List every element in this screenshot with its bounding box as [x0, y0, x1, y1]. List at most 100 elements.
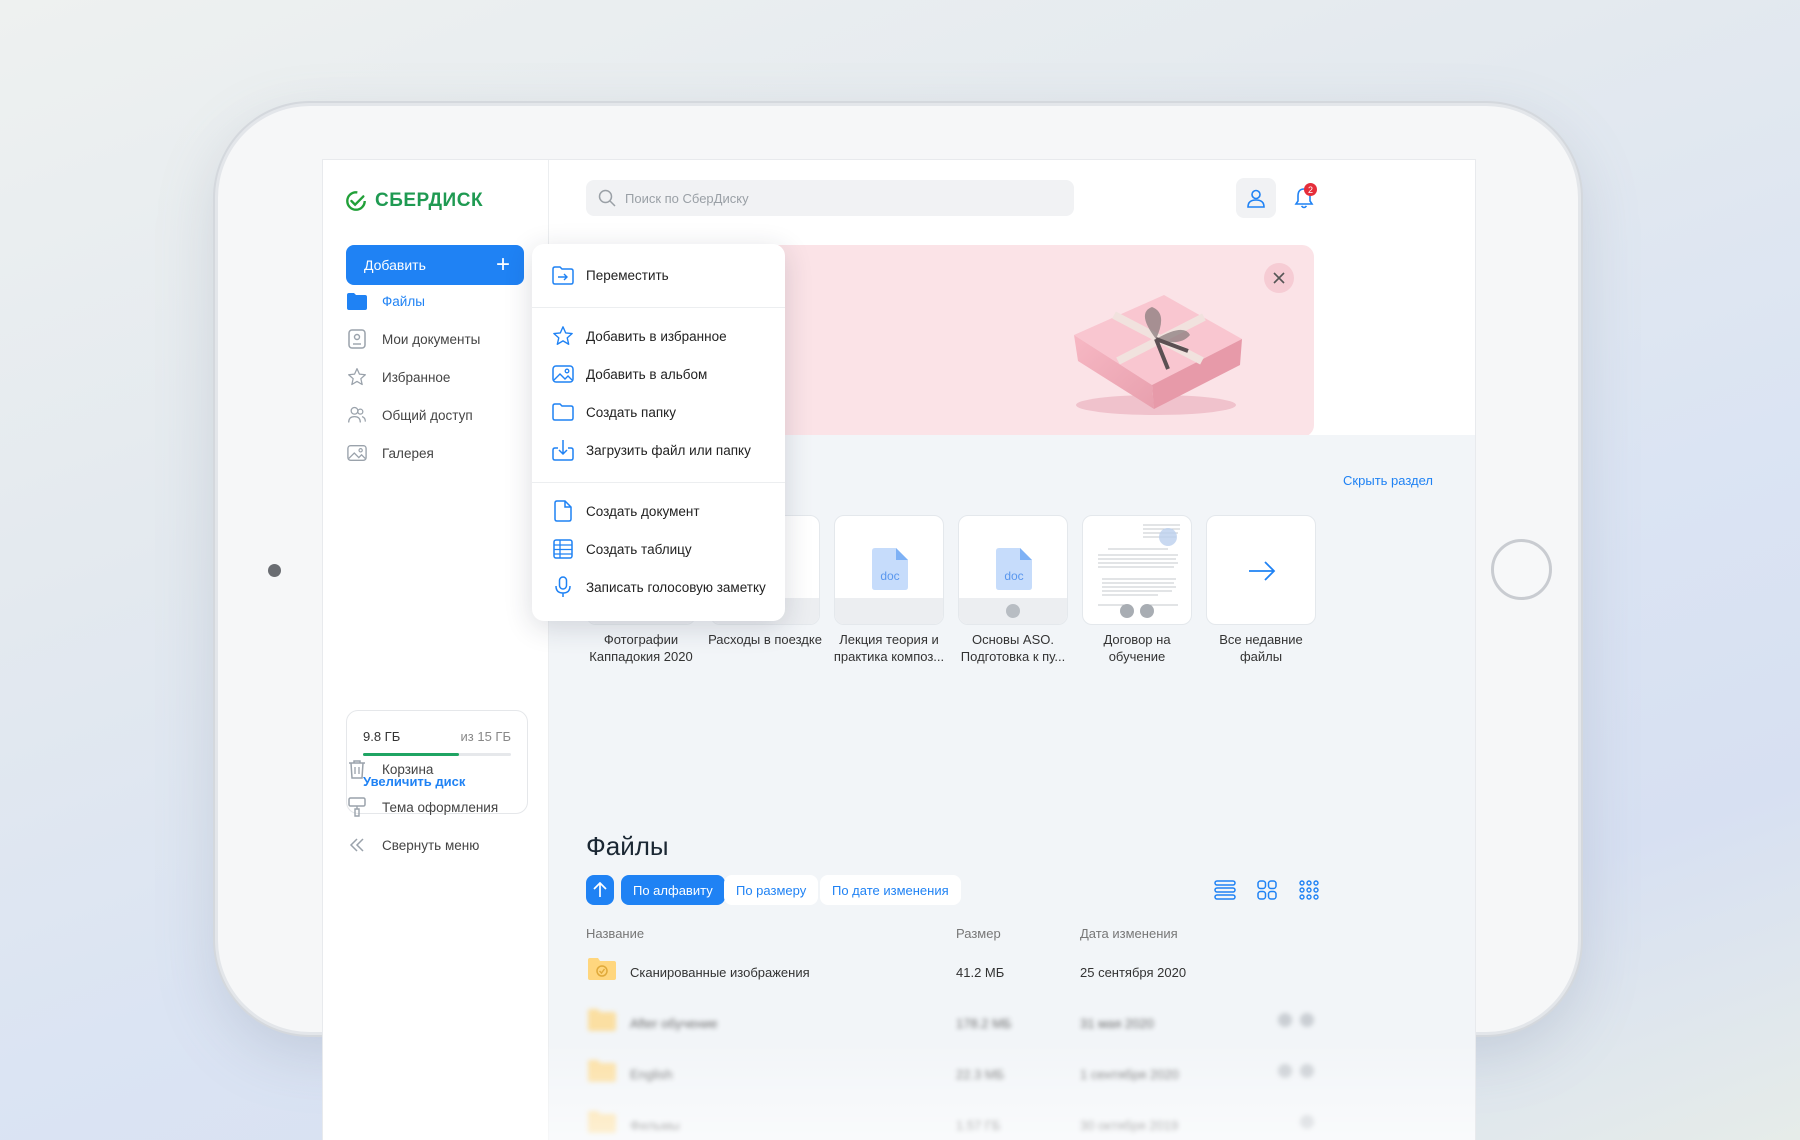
sidebar-item-favorites[interactable]: Избранное [346, 366, 450, 388]
star-icon[interactable] [1300, 1064, 1314, 1078]
recent-card[interactable]: doc [958, 515, 1068, 625]
storage-total: из 15 ГБ [460, 729, 511, 744]
file-name: After обучение [630, 1016, 718, 1031]
sort-direction-button[interactable] [586, 875, 614, 905]
sort-size-button[interactable]: По размеру [724, 875, 819, 905]
hide-section-link[interactable]: Скрыть раздел [1343, 473, 1433, 488]
add-button[interactable]: Добавить + [346, 245, 524, 285]
row-actions[interactable] [1278, 1013, 1314, 1027]
trash-icon [346, 758, 368, 780]
file-size: 178.2 МБ [956, 1016, 1012, 1031]
menu-item-label: Записать голосовую заметку [586, 579, 766, 595]
sidebar-item-label: Тема оформления [382, 799, 499, 815]
sidebar-item-shared[interactable]: Общий доступ [346, 404, 473, 426]
search-placeholder: Поиск по СберДиску [625, 190, 749, 206]
notifications-badge: 2 [1304, 183, 1317, 196]
recent-card[interactable]: doc [834, 515, 944, 625]
all-recent-card[interactable] [1206, 515, 1316, 625]
files-title: Файлы [586, 831, 669, 861]
file-size: 22.3 МБ [956, 1067, 1005, 1082]
doc-file-icon: doc [996, 548, 1032, 590]
paint-roller-icon [346, 796, 368, 818]
star-badge-icon [1006, 604, 1020, 618]
close-banner-button[interactable] [1264, 263, 1294, 293]
table-row[interactable]: After обучение 178.2 МБ 31 мая 2020 [586, 1004, 1314, 1044]
menu-divider [532, 482, 785, 483]
menu-item-label: Загрузить файл или папку [586, 442, 751, 458]
table-row[interactable]: Фильмы 1.57 ГБ 30 октября 2019 [586, 1106, 1314, 1140]
menu-divider [532, 307, 785, 308]
table-row[interactable]: Сканированные изображения 41.2 МБ 25 сен… [586, 953, 1314, 993]
logo-text: СБЕРДИСК [375, 190, 484, 211]
grid-view-icon [1257, 880, 1277, 900]
shared-folder-icon [588, 958, 616, 980]
star-icon[interactable] [1300, 1013, 1314, 1027]
menu-item-create-document[interactable]: Создать документ [552, 500, 700, 522]
album-icon [552, 363, 574, 385]
menu-item-upload[interactable]: Загрузить файл или папку [552, 439, 751, 461]
sidebar-item-trash[interactable]: Корзина [346, 758, 433, 780]
recent-card[interactable] [1082, 515, 1192, 625]
menu-item-label: Добавить в альбом [586, 366, 708, 382]
menu-item-label: Создать документ [586, 503, 700, 519]
grid-view-button[interactable] [1254, 877, 1280, 903]
file-date: 1 сентября 2020 [1080, 1067, 1179, 1082]
menu-item-add-album[interactable]: Добавить в альбом [552, 363, 707, 385]
users-icon [346, 404, 368, 426]
folder-icon [346, 290, 368, 312]
svg-text:doc: doc [1004, 569, 1023, 583]
arrow-up-icon [593, 882, 607, 897]
card-label: Расходы в поездке [708, 632, 822, 647]
card-thumb [835, 598, 943, 624]
sidebar-item-collapse[interactable]: Свернуть меню [346, 834, 479, 856]
sidebar-item-label: Галерея [382, 445, 434, 461]
sidebar-item-gallery[interactable]: Галерея [346, 442, 434, 464]
sidebar-item-files[interactable]: Файлы [346, 290, 425, 312]
star-icon[interactable] [1300, 1115, 1314, 1129]
menu-item-label: Создать таблицу [586, 541, 692, 557]
small-grid-view-button[interactable] [1296, 877, 1322, 903]
table-row[interactable]: English 22.3 МБ 1 сентября 2020 [586, 1055, 1314, 1095]
column-date[interactable]: Дата изменения [1080, 926, 1178, 941]
link-icon[interactable] [1278, 1013, 1292, 1027]
sort-alphabetical-button[interactable]: По алфавиту [621, 875, 725, 905]
menu-item-create-table[interactable]: Создать таблицу [552, 538, 692, 560]
notifications-button[interactable]: 2 [1284, 178, 1324, 218]
small-grid-view-icon [1299, 880, 1319, 900]
file-size: 41.2 МБ [956, 965, 1005, 980]
file-date: 30 октября 2019 [1080, 1118, 1179, 1133]
column-name[interactable]: Название [586, 926, 644, 941]
sidebar-item-label: Файлы [382, 293, 425, 309]
card-label: Лекция теория и практика композ... [833, 632, 945, 664]
column-size[interactable]: Размер [956, 926, 1001, 941]
document-preview [1098, 524, 1180, 606]
arrow-right-icon [1249, 561, 1276, 581]
row-actions[interactable] [1278, 1064, 1314, 1078]
menu-item-voice-note[interactable]: Записать голосовую заметку [552, 576, 766, 598]
menu-item-add-favorite[interactable]: Добавить в избранное [552, 325, 727, 347]
upload-icon [552, 439, 574, 461]
sidebar-item-documents[interactable]: Мои документы [346, 328, 480, 350]
logo[interactable]: СБЕРДИСК [345, 190, 483, 212]
profile-button[interactable] [1236, 178, 1276, 218]
list-view-button[interactable] [1212, 877, 1238, 903]
file-date: 31 мая 2020 [1080, 1016, 1154, 1031]
search-input[interactable]: Поиск по СберДиску [586, 180, 1074, 216]
menu-item-label: Добавить в избранное [586, 328, 727, 344]
double-chevron-left-icon [346, 834, 368, 856]
folder-icon [588, 1111, 616, 1133]
link-badge-icon [1120, 604, 1134, 618]
document-icon [552, 500, 574, 522]
star-badge-icon [1140, 604, 1154, 618]
link-icon[interactable] [1278, 1064, 1292, 1078]
row-actions[interactable] [1300, 1115, 1314, 1129]
storage-bar [363, 753, 511, 756]
user-icon [1247, 189, 1265, 208]
sort-date-button[interactable]: По дате изменения [820, 875, 961, 905]
menu-item-create-folder[interactable]: Создать папку [552, 401, 676, 423]
sidebar-item-theme[interactable]: Тема оформления [346, 796, 498, 818]
sidebar: СБЕРДИСК Добавить + Файлы Мои документы … [323, 160, 549, 1140]
folder-icon [588, 1009, 616, 1031]
storage-used: 9.8 ГБ [363, 729, 401, 744]
menu-item-move[interactable]: Переместить [552, 264, 669, 286]
